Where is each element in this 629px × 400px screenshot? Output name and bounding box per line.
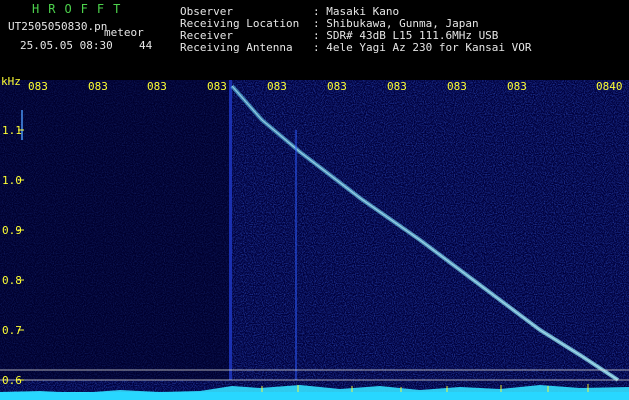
app-title: HROFFT <box>32 2 130 16</box>
x-tick-label: 083 <box>28 80 48 93</box>
mode-label: meteor <box>104 26 144 39</box>
bottom-spectrum-band <box>0 392 629 400</box>
x-tick-label: 083 <box>507 80 527 93</box>
date-time: 25.05.05 08:30 <box>20 39 113 52</box>
x-tick-label: 083 <box>147 80 167 93</box>
signal-edge <box>229 80 232 380</box>
x-tick-label: 083 <box>88 80 108 93</box>
y-tick-label: 0.7 <box>2 324 22 337</box>
field-label-antenna: Receiving Antenna <box>180 41 293 54</box>
y-tick-label: 0.6 <box>2 374 22 387</box>
detection-count: 44 <box>139 39 153 52</box>
y-axis-unit: kHz <box>1 75 21 88</box>
dark-region <box>0 80 232 380</box>
field-value-antenna: : 4ele Yagi Az 230 for Kansai VOR <box>313 41 532 54</box>
y-tick-label: 1.1 <box>2 124 22 137</box>
x-tick-label: 0840 <box>596 80 623 93</box>
x-tick-label: 083 <box>447 80 467 93</box>
y-tick-label: 0.8 <box>2 274 22 287</box>
filename: UT2505050830.pn <box>8 20 108 33</box>
x-tick-label: 083 <box>267 80 287 93</box>
spectrogram <box>0 80 629 400</box>
x-tick-label: 083 <box>327 80 347 93</box>
x-tick-label: 083 <box>207 80 227 93</box>
x-tick-label: 083 <box>387 80 407 93</box>
y-tick-label: 0.9 <box>2 224 22 237</box>
y-tick-label: 1.0 <box>2 174 22 187</box>
header-panel: HROFFT UT2505050830.pn meteor 25.05.05 0… <box>0 0 629 80</box>
